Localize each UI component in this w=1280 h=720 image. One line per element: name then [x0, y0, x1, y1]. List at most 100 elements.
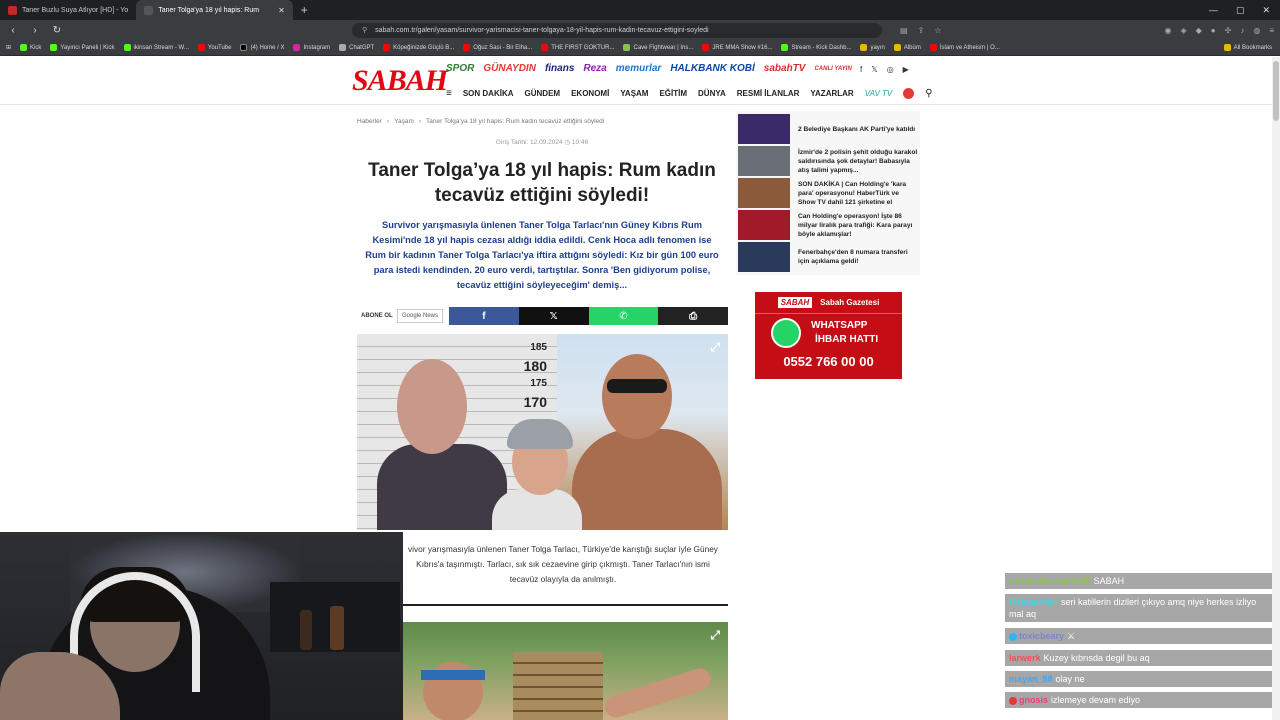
related-item[interactable]: Can Holding'e operasyon! İşte 86 milyar … [738, 209, 918, 241]
article-photo[interactable]: 185 180 175 170 ⤢ [357, 334, 728, 530]
all-bookmarks-folder[interactable]: All Bookmarks [1223, 44, 1272, 51]
facebook-share-button[interactable]: f [449, 307, 519, 325]
nav-son-dakika[interactable]: SON DAKİKA [463, 89, 514, 98]
site-info-icon[interactable]: ⚲ [362, 26, 367, 34]
bookmark-item[interactable]: ChatGPT [339, 44, 374, 51]
fire-icon[interactable] [903, 88, 915, 99]
nav-gundem[interactable]: GÜNDEM [525, 89, 561, 98]
live-link[interactable]: CANLI YAYIN [814, 66, 851, 72]
print-button[interactable]: ⎙ [658, 307, 729, 325]
close-window-icon[interactable]: ✕ [1262, 5, 1270, 16]
bookmark-item[interactable]: Kick [20, 44, 41, 51]
nav-yasam[interactable]: YAŞAM [620, 89, 648, 98]
chat-message: faelwasiwelaw2453 SABAH [1005, 573, 1272, 589]
breadcrumb-item: Taner Tolga'ya 18 yıl hapis: Rum kadın t… [426, 118, 605, 125]
whatsapp-tip-line-ad[interactable]: SABAH Sabah Gazetesi WHATSAPP İHBAR HATT… [755, 292, 902, 379]
page-scrollbar[interactable] [1272, 57, 1280, 720]
menu-icon[interactable]: ≡ [1269, 26, 1274, 35]
brand-link[interactable]: GÜNAYDIN [483, 63, 536, 74]
extension-icon[interactable]: ◈ [1180, 26, 1186, 35]
bookmark-item[interactable]: İslam ve Atheism | O... [929, 44, 1000, 51]
bookmark-item[interactable]: Stream - Kick Dashb... [781, 44, 851, 51]
brand-link[interactable]: SPOR [446, 63, 474, 74]
bookmark-item[interactable]: JRE MMA Show #16... [702, 44, 772, 51]
bookmark-item[interactable]: ikinsan Stream - W... [123, 44, 189, 51]
youtube-icon [702, 44, 710, 51]
puzzle-icon[interactable]: ✣ [1225, 26, 1232, 35]
whatsapp-share-button[interactable]: ✆ [588, 307, 659, 325]
bookmark-item[interactable]: Oğuz Sasi - Bir Elha... [463, 44, 532, 51]
bookmark-item[interactable]: (4) Home / X [240, 44, 284, 51]
bookmark-item[interactable]: Köpeğinizde Güçlü B... [383, 44, 454, 51]
related-item[interactable]: İzmir'de 2 polisin şehit olduğu karakol … [738, 145, 918, 177]
x-icon[interactable]: 𝕏 [871, 65, 877, 74]
related-item[interactable]: SON DAKİKA | Can Holding'e 'kara para' o… [738, 177, 918, 209]
youtube-icon[interactable]: ▶ [903, 65, 909, 74]
share-icon[interactable]: ⇪ [918, 26, 925, 35]
related-item[interactable]: Fenerbahçe'den 8 numara transferi için a… [738, 241, 918, 273]
sabah-logo[interactable]: SABAH [352, 63, 448, 99]
chevron-right-icon: › [418, 118, 422, 125]
extension-icon[interactable]: ◉ [1165, 26, 1172, 35]
brand-link[interactable]: memurlar [616, 63, 662, 74]
facebook-icon[interactable]: f [860, 65, 862, 74]
search-icon[interactable]: ⚲ [925, 88, 932, 99]
bookmark-item[interactable]: Albüm [893, 44, 921, 51]
extension-icon[interactable]: ● [1211, 26, 1216, 35]
close-tab-icon[interactable]: ✕ [278, 6, 285, 15]
related-title: Fenerbahçe'den 8 numara transferi için a… [798, 249, 908, 265]
x-icon [240, 44, 248, 51]
extension-icon[interactable]: ◆ [1196, 26, 1202, 35]
related-item[interactable]: 2 Belediye Başkanı AK Parti'ye katıldı [738, 113, 918, 145]
music-icon[interactable]: ♪ [1240, 26, 1244, 35]
nav-resmi-ilanlar[interactable]: RESMİ İLANLAR [737, 89, 800, 98]
expand-icon[interactable]: ⤢ [710, 628, 720, 643]
expand-icon[interactable]: ⤢ [710, 340, 720, 355]
bookmark-item[interactable]: Yayıncı Paneli | Kick [50, 44, 115, 51]
person-body [377, 444, 507, 530]
instagram-icon[interactable]: ◎ [887, 65, 894, 74]
profile-icon[interactable]: ◍ [1253, 26, 1260, 35]
new-tab-button[interactable]: + [293, 3, 316, 17]
scrollbar-thumb[interactable] [1273, 61, 1279, 121]
brand-link[interactable]: HALKBANK KOBİ [670, 63, 754, 74]
bookmark-item[interactable]: Cave Fightwear | Ins... [623, 44, 693, 51]
bookmark-item[interactable]: Instagram [293, 44, 330, 51]
nav-egitim[interactable]: EĞİTİM [659, 89, 687, 98]
chat-message: larwerk Kuzey kıbrısda degil bu aq [1005, 650, 1272, 666]
apps-icon[interactable]: ⊞ [6, 44, 11, 51]
breadcrumb-item[interactable]: Haberler [357, 118, 382, 125]
minimize-icon[interactable]: — [1209, 5, 1218, 15]
forward-icon[interactable]: › [28, 25, 42, 36]
google-news-button[interactable]: Google News [397, 309, 444, 323]
article-photo[interactable]: ⤢ [403, 622, 728, 720]
x-share-button[interactable]: 𝕏 [518, 307, 589, 325]
kick-icon [20, 44, 28, 51]
nav-yazarlar[interactable]: YAZARLAR [810, 89, 853, 98]
headband [421, 670, 485, 680]
bookmark-star-icon[interactable]: ☆ [934, 26, 941, 35]
bookmark-item[interactable]: yayın [860, 44, 885, 51]
browser-tab-sabah[interactable]: Taner Tolga'ya 18 yıl hapis: Rum ✕ [136, 0, 293, 20]
brand-link[interactable]: finans [545, 63, 574, 74]
breadcrumb-item[interactable]: Yaşam [394, 118, 414, 125]
extension-icons: ◉ ◈ ◆ ● ✣ ♪ ◍ ≡ [1165, 26, 1275, 35]
kick-icon [50, 44, 58, 51]
bookmark-item[interactable]: THE FIRST GOKTUR... [541, 44, 614, 51]
brand-link[interactable]: sabahTV [764, 63, 806, 74]
nav-ekonomi[interactable]: EKONOMİ [571, 89, 609, 98]
social-links: f 𝕏 ◎ ▶ [860, 65, 909, 74]
maximize-icon[interactable]: ▢ [1236, 5, 1245, 16]
whatsapp-icon [771, 318, 801, 348]
browser-tab-youtube[interactable]: Taner Buzlu Suya Atlıyor [HD] - Yo [0, 0, 136, 20]
url-bar[interactable]: ⚲ sabah.com.tr/galeri/yasam/survivor-yar… [352, 22, 882, 38]
hamburger-icon[interactable]: ≡ [446, 88, 452, 99]
bookmark-item[interactable]: YouTube [197, 44, 231, 51]
back-icon[interactable]: ‹ [6, 25, 20, 36]
person-body [492, 489, 582, 530]
brand-link[interactable]: Reza [583, 63, 606, 74]
nav-dunya[interactable]: DÜNYA [698, 89, 726, 98]
reload-icon[interactable]: ↻ [50, 25, 64, 36]
nav-vavtv[interactable]: VAV TV [865, 89, 893, 98]
reader-icon[interactable]: ▤ [900, 26, 908, 35]
